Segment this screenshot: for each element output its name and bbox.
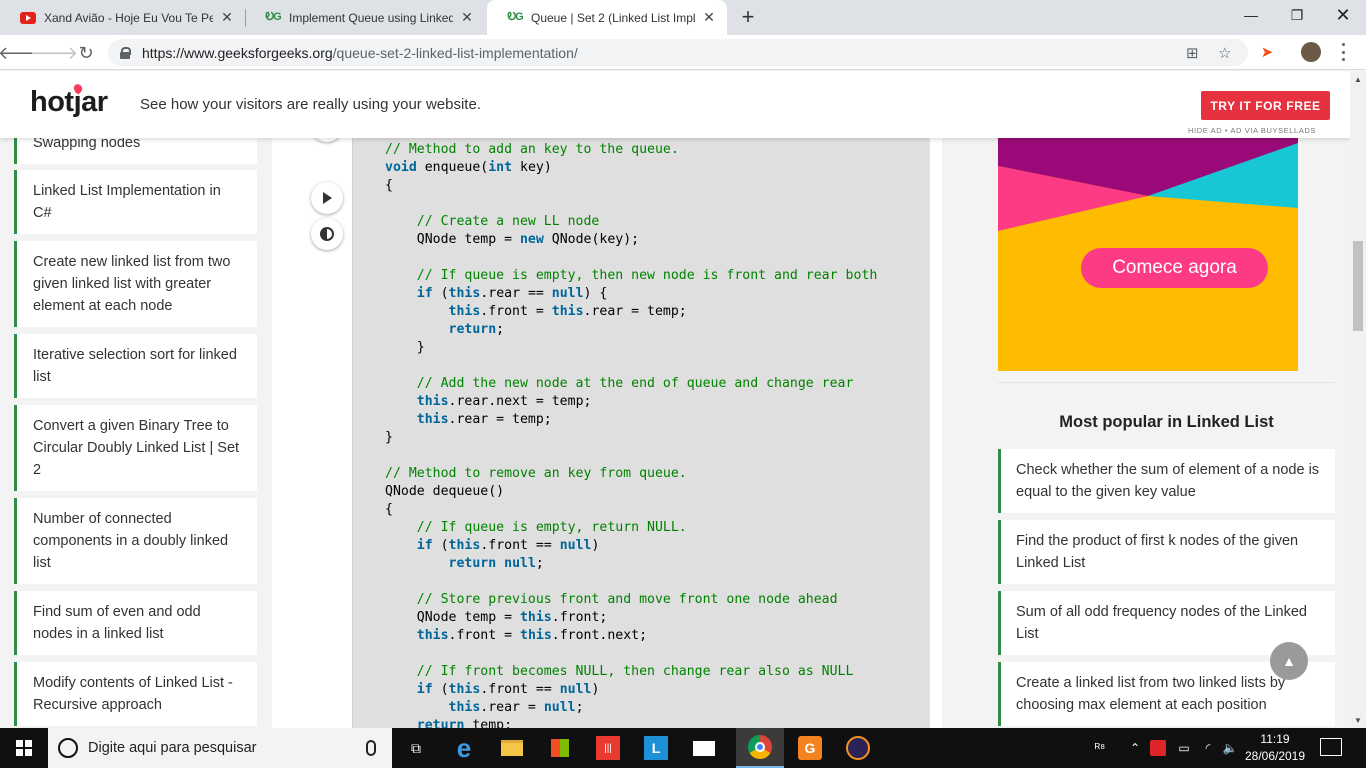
start-button[interactable] [0,728,48,768]
list-item[interactable]: Linked List Implementation in C# [14,170,257,234]
list-item-label: Linked List Implementation in C# [33,183,221,221]
new-tab-button[interactable]: + [736,4,760,29]
list-item[interactable]: Iterative selection sort for linked list [14,334,257,398]
code-text: // Method to add an key to the queue. vo… [385,142,878,728]
mail-icon[interactable] [680,728,728,768]
address-bar[interactable]: https://www.geeksforgeeks.org/queue-set-… [108,39,1248,66]
wifi-icon[interactable]: ◜ [1198,728,1218,768]
hotjar-logo: hotjar [30,86,108,118]
url-path: /queue-set-2-linked-list-implementation/ [332,44,578,61]
hide-ad-link[interactable]: HIDE AD • AD VIA BUYSELLADS [1188,126,1316,135]
tray-app-icon[interactable] [1148,728,1168,768]
cortana-icon [58,738,78,758]
store-icon[interactable] [536,728,584,768]
extension-icon[interactable]: ➤ [1256,41,1278,63]
list-item-label: Convert a given Binary Tree to Circular … [33,418,240,478]
youtube-icon [20,10,36,26]
run-button[interactable] [311,182,343,214]
browser-toolbar: 🡐 🡒 ↻ https://www.geeksforgeeks.org/queu… [0,35,1366,70]
gfg-icon: ᎧG [507,11,523,23]
theme-icon [320,227,334,241]
close-icon[interactable]: ✕ [459,9,475,26]
gfg-icon: ᎧG [265,11,281,23]
run-icon [323,192,332,204]
tab-title: Xand Avião - Hoje Eu Vou Te Peg [44,10,213,25]
ad-tagline: See how your visitors are really using y… [140,96,481,113]
popular-heading: Most popular in Linked List [1059,413,1274,431]
page-viewport: Swapping nodes Linked List Implementatio… [0,71,1350,728]
scrollbar-thumb[interactable] [1353,241,1363,331]
tab-title: Implement Queue using Linked L [289,10,453,25]
close-icon[interactable]: ✕ [219,9,235,26]
list-item[interactable]: Find sum of even and odd nodes in a link… [14,591,257,655]
popular-item-label: Find the product of first k nodes of the… [1016,533,1299,571]
list-item-label: Modify contents of Linked List - Recursi… [33,675,233,713]
tab-title: Queue | Set 2 (Linked List Implem [531,10,695,25]
list-item-label: Number of connected components in a doub… [33,511,229,571]
list-item-label: Iterative selection sort for linked list [33,347,237,385]
forward-button[interactable]: 🡒 [30,39,78,67]
reload-button[interactable]: ↻ [72,39,100,67]
windows-icon [16,740,32,756]
list-item-label: Create new linked list from two given li… [33,254,231,314]
close-icon[interactable]: ✕ [701,9,717,26]
translate-icon[interactable]: ⊞ [1186,39,1199,66]
bookmark-star-icon[interactable]: ☆ [1218,39,1231,66]
eclipse-icon[interactable] [834,728,882,768]
list-item[interactable]: Modify contents of Linked List - Recursi… [14,662,257,726]
minimize-button[interactable]: — [1228,0,1274,30]
list-item[interactable]: Create new linked list from two given li… [14,241,257,327]
tab-youtube[interactable]: Xand Avião - Hoje Eu Vou Te Peg ✕ [0,0,245,35]
tab-implement-queue[interactable]: ᎧG Implement Queue using Linked L ✕ [245,0,485,35]
arrow-up-icon: ▲ [1282,653,1296,669]
menu-icon[interactable] [1338,43,1348,61]
browser-tab-strip: Xand Avião - Hoje Eu Vou Te Peg ✕ ᎧG Imp… [0,0,1366,35]
scroll-to-top-button[interactable]: ▲ [1270,642,1308,680]
ad-cta-button[interactable]: Comece agora [1081,248,1268,288]
maximize-button[interactable]: ❐ [1274,0,1320,30]
file-explorer-icon[interactable] [488,728,536,768]
popular-item[interactable]: Find the product of first k nodes of the… [998,520,1335,584]
url-host: https://www.geeksforgeeks.org [142,44,333,61]
volume-icon[interactable]: 🔈 [1220,728,1240,768]
avatar[interactable] [1301,42,1321,62]
task-view-icon[interactable]: ⧉ [392,728,440,768]
notifications-icon[interactable] [1320,738,1342,756]
clock-date: 28/06/2019 [1244,749,1306,763]
lock-icon [120,46,131,59]
popular-item-label: Check whether the sum of element of a no… [1016,462,1320,500]
app-l-icon[interactable]: L [632,728,680,768]
try-free-button[interactable]: TRY IT FOR FREE [1201,91,1330,120]
taskbar-search[interactable]: Digite aqui para pesquisar [48,728,392,768]
search-placeholder: Digite aqui para pesquisar [88,740,257,756]
battery-icon[interactable]: ▭ [1174,728,1194,768]
microphone-icon[interactable] [366,740,376,756]
theme-button[interactable] [311,218,343,250]
chrome-icon[interactable] [736,728,784,768]
system-clock[interactable]: 11:19 28/06/2019 [1240,731,1310,765]
page-scrollbar[interactable]: ▲ ▼ [1350,71,1366,728]
scroll-down-arrow[interactable]: ▼ [1350,712,1366,728]
list-item[interactable]: Convert a given Binary Tree to Circular … [14,405,257,491]
popular-item[interactable]: Check whether the sum of element of a no… [998,449,1335,513]
scroll-up-arrow[interactable]: ▲ [1350,71,1366,87]
close-window-button[interactable]: ✕ [1320,0,1366,30]
divider [998,382,1335,383]
app-orange-icon[interactable]: G [786,728,834,768]
popular-item-label: Create a linked list from two linked lis… [1016,675,1286,713]
app-red-icon[interactable]: ||| [584,728,632,768]
chevron-up-icon[interactable]: ⌃ [1126,728,1144,768]
hotjar-ad-banner[interactable]: hotjar See how your visitors are really … [0,71,1350,138]
edge-icon[interactable]: e [440,728,488,768]
people-icon[interactable]: ᴿ⁸ [1088,728,1112,768]
windows-taskbar: Digite aqui para pesquisar ⧉ e ||| L G ᴿ… [0,728,1366,768]
list-item-label: Find sum of even and odd nodes in a link… [33,604,201,642]
tab-queue-set-2[interactable]: ᎧG Queue | Set 2 (Linked List Implem ✕ [487,0,727,35]
popular-item-label: Sum of all odd frequency nodes of the Li… [1016,604,1307,642]
clock-time: 11:19 [1260,732,1290,746]
list-item[interactable]: Number of connected components in a doub… [14,498,257,584]
